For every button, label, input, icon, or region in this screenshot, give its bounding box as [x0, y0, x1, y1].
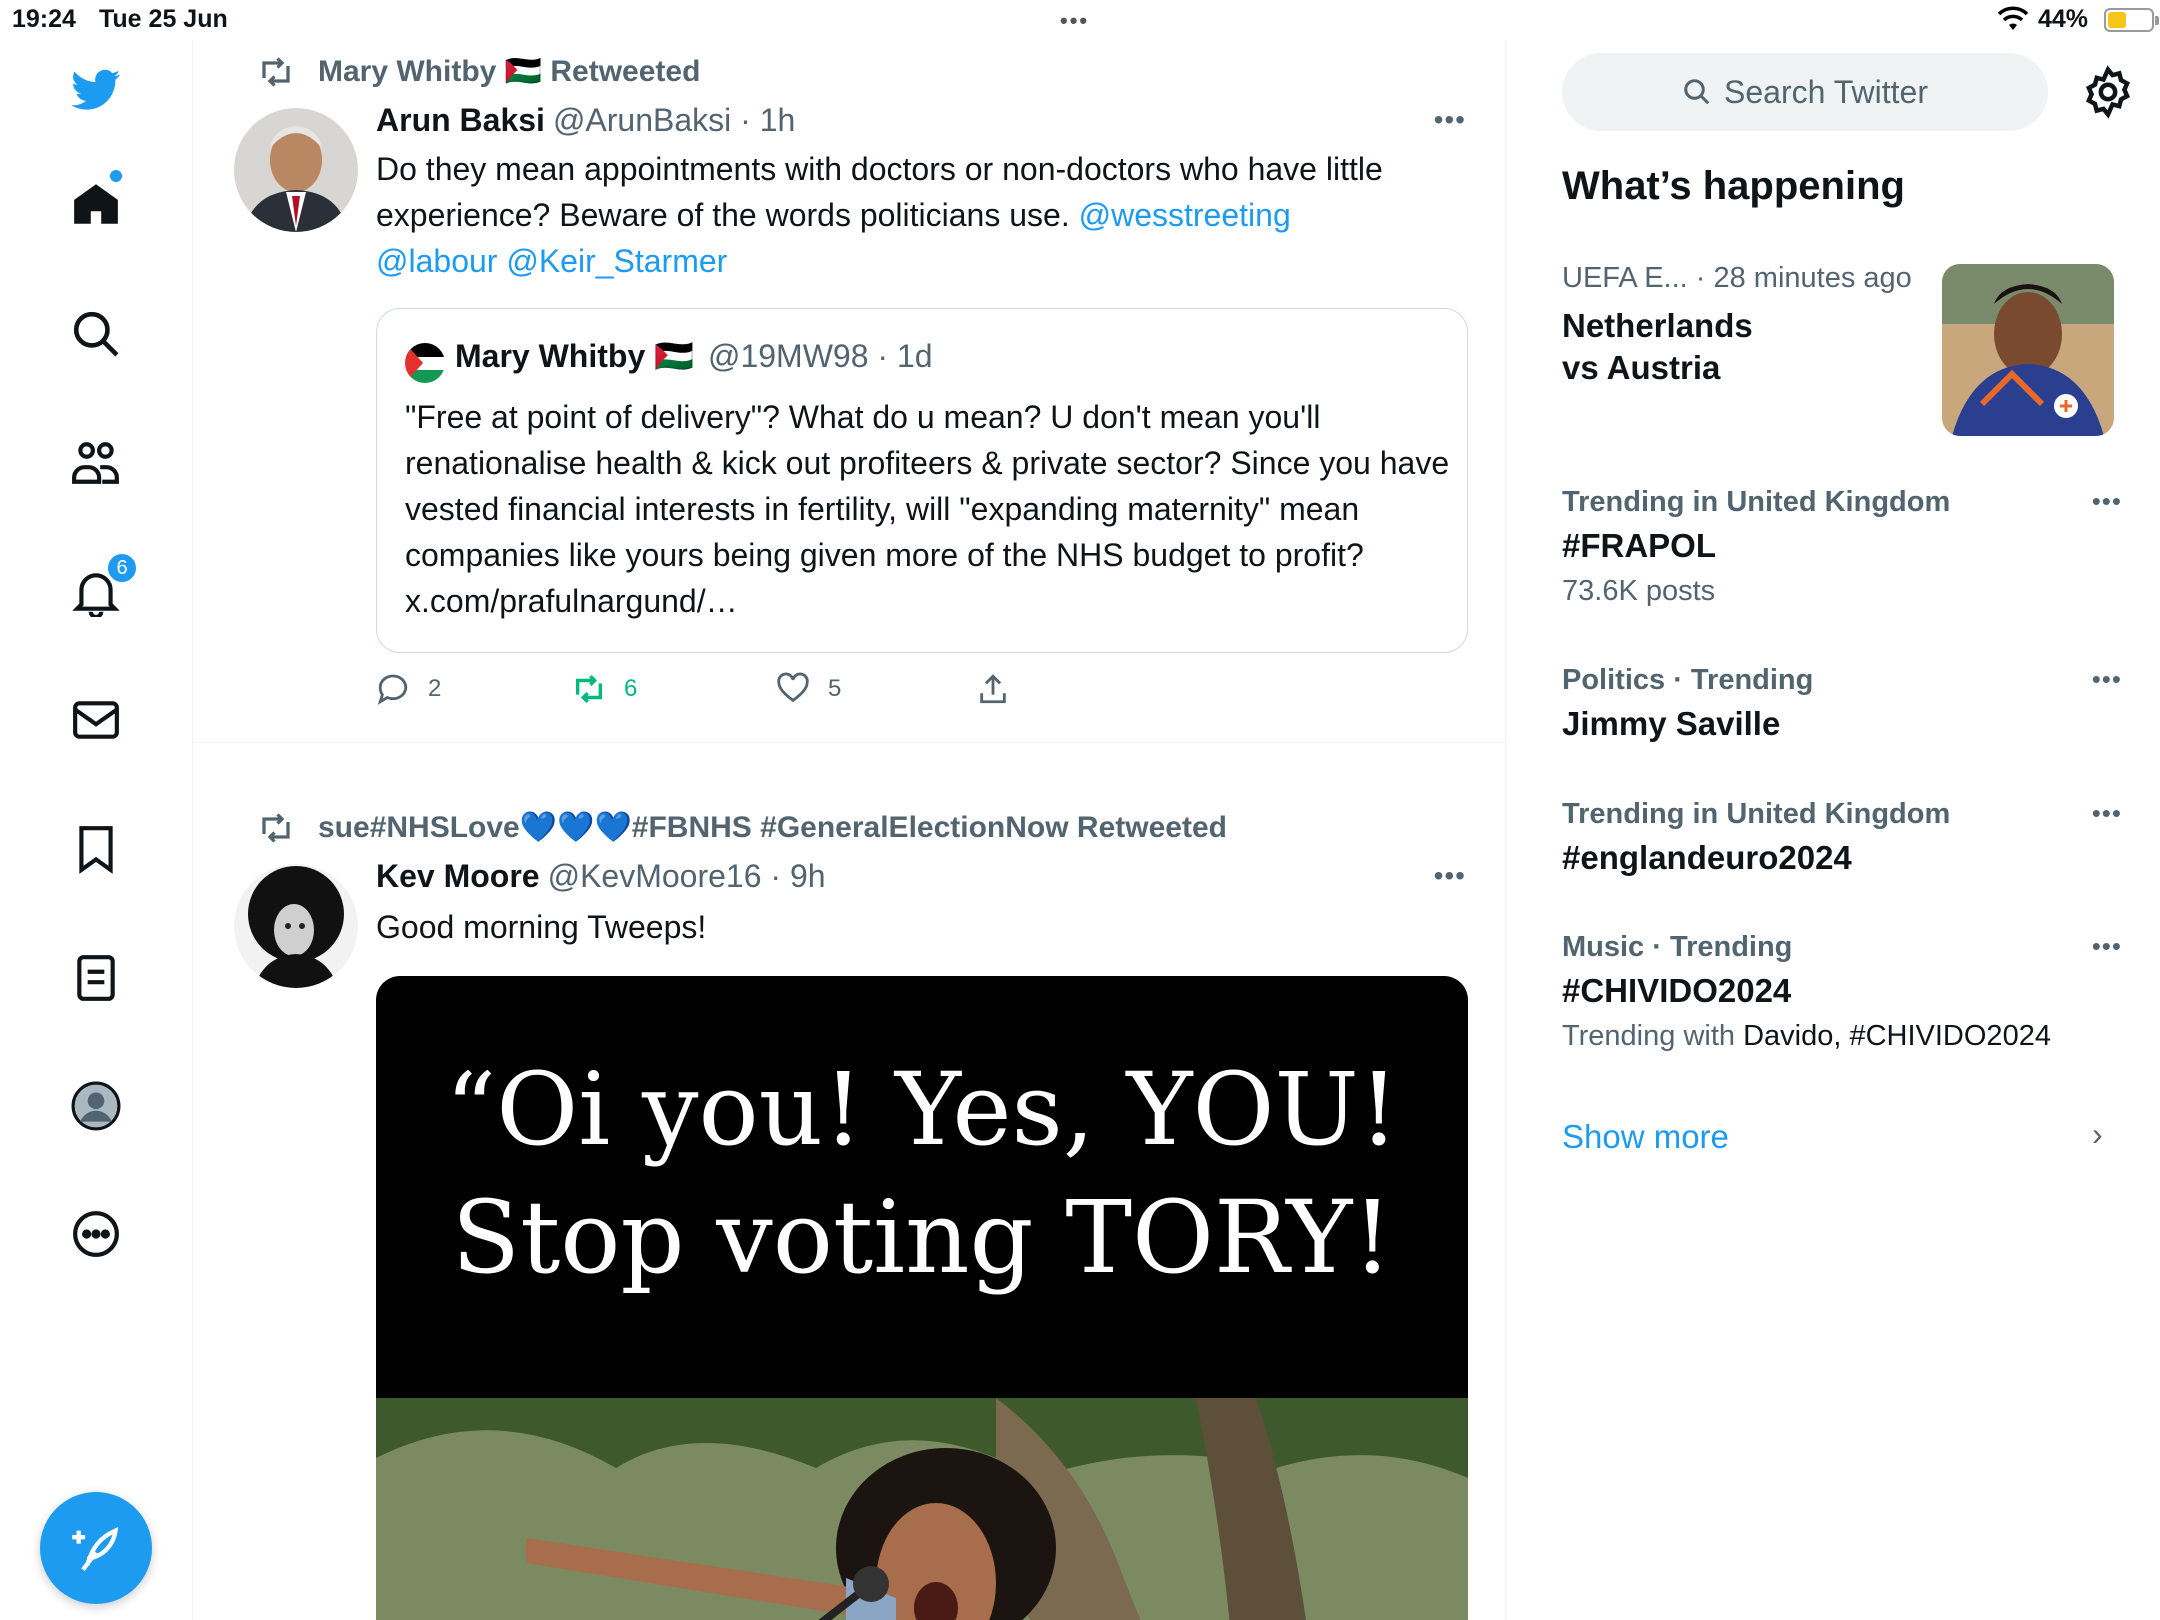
status-bar: 19:24 Tue 25 Jun ••• 44% [0, 0, 2160, 40]
tweet[interactable]: Mary Whitby 🇵🇸 Retweeted Arun Baksi @Arun… [194, 40, 1505, 743]
quoted-author-name: Mary Whitby 🇵🇸 [455, 338, 694, 374]
quoted-tweet[interactable]: Mary Whitby 🇵🇸 @19MW98 · 1d "Free at poin… [376, 308, 1468, 653]
retweeted-by-label: sue#NHSLove💙💙💙#FBNHS #GeneralElectionNow… [318, 811, 1227, 844]
heart-icon [777, 672, 809, 703]
bell-icon[interactable]: 6 [56, 552, 138, 632]
image-text-line: “Oi you! Yes, YOU! [445, 1051, 1399, 1168]
trend-category: Trending in United Kingdom [1562, 486, 1951, 518]
more-icon[interactable] [56, 1194, 136, 1274]
trend-more-icon[interactable]: ••• [2092, 798, 2122, 829]
retweet-context: Mary Whitby 🇵🇸 Retweeted [262, 54, 701, 89]
reply-icon [377, 674, 408, 705]
trend-thumbnail[interactable] [1942, 264, 2114, 436]
status-time: 19:24 [12, 5, 76, 33]
like-count: 5 [828, 675, 842, 702]
image-caption-text: “Oi you! Yes, YOU! Stop voting TORY! [376, 1046, 1468, 1302]
right-sidebar: Search Twitter What’s happening UEFA E..… [1508, 40, 2160, 1620]
trend-title: Jimmy Saville [1562, 705, 1781, 742]
compose-tweet-button[interactable] [40, 1492, 152, 1604]
protest-photo [376, 1398, 1468, 1620]
image-text-line: Stop voting TORY! [451, 1179, 1393, 1296]
trend-more-icon[interactable]: ••• [2092, 664, 2122, 695]
twitter-logo-icon[interactable] [56, 50, 136, 130]
retweet-button[interactable]: 6 [572, 672, 637, 706]
trend-title: #FRAPOL [1562, 527, 1717, 564]
quoted-header: Mary Whitby 🇵🇸 @19MW98 · 1d [455, 337, 933, 375]
settings-gear-icon[interactable] [2081, 65, 2135, 119]
trend-more-icon[interactable]: ••• [2092, 486, 2122, 517]
battery-icon [2104, 8, 2159, 32]
left-navigation: 6 [0, 40, 193, 1620]
battery-percentage: 44% [2038, 5, 2089, 33]
retweet-context: sue#NHSLove💙💙💙#FBNHS #GeneralElectionNow… [262, 810, 1227, 845]
tweet-media-image[interactable]: “Oi you! Yes, YOU! Stop voting TORY! [376, 976, 1468, 1620]
trend-context-prefix: Trending with [1562, 1020, 1744, 1052]
notification-badge: 6 [106, 552, 138, 584]
avatar[interactable] [234, 864, 358, 988]
bookmark-icon[interactable] [56, 809, 136, 889]
tweet-more-icon[interactable]: ••• [1434, 104, 1466, 136]
home-icon[interactable] [56, 164, 136, 244]
trend-title: #englandeuro2024 [1562, 839, 1852, 876]
chevron-right-icon[interactable]: › [2092, 1116, 2103, 1153]
retweet-icon [575, 675, 603, 703]
tweet-text: Good morning Tweeps! [376, 909, 707, 945]
wifi-icon [1997, 6, 2029, 39]
quoted-handle-time: @19MW98 · 1d [707, 338, 933, 374]
author-handle-time: @KevMoore16 · 9h [547, 858, 826, 894]
mention-link[interactable]: @labour [376, 243, 497, 279]
reply-count: 2 [428, 675, 442, 702]
tweet-text: Do they mean appointments with doctors o… [376, 146, 1476, 284]
retweet-icon [262, 57, 290, 87]
section-title: What’s happening [1562, 164, 1905, 208]
trend-item[interactable]: Trending in United Kingdom #FRAPOL 73.6K… [1562, 486, 2122, 608]
retweet-icon [262, 813, 290, 843]
multitasking-dots-icon[interactable]: ••• [1060, 8, 1089, 34]
tweet[interactable]: sue#NHSLove💙💙💙#FBNHS #GeneralElectionNow… [194, 744, 1505, 1620]
show-more-link[interactable]: Show more [1562, 1118, 1729, 1156]
mention-link[interactable]: @wesstreeting [1079, 197, 1291, 233]
avatar[interactable] [234, 108, 358, 232]
trend-more-icon[interactable]: ••• [2092, 931, 2122, 962]
quoted-text: "Free at point of delivery"? What do u m… [405, 399, 1450, 619]
status-date: Tue 25 Jun [99, 5, 228, 33]
author-name[interactable]: Kev Moore [376, 858, 540, 894]
tweet-actions: 2 6 5 [376, 672, 1276, 712]
trend-category: Politics · Trending [1562, 664, 1814, 696]
trend-item[interactable]: Politics · Trending Jimmy Saville ••• [1562, 664, 2122, 745]
trend-title: #CHIVIDO2024 [1562, 972, 1792, 1009]
trend-context: Trending with Davido, #CHIVIDO2024 [1562, 1020, 2122, 1053]
like-button[interactable]: 5 [776, 672, 841, 706]
communities-icon[interactable] [56, 423, 136, 503]
trend-item[interactable]: Trending in United Kingdom #englandeuro2… [1562, 798, 2122, 879]
tweet-header: Kev Moore @KevMoore16 · 9h [376, 858, 826, 895]
search-icon[interactable] [56, 294, 136, 374]
timeline: Mary Whitby 🇵🇸 Retweeted Arun Baksi @Arun… [194, 40, 1506, 1620]
share-icon [980, 674, 1006, 704]
reply-button[interactable]: 2 [376, 672, 441, 706]
unread-indicator [110, 170, 122, 182]
search-icon [1684, 79, 1710, 105]
trend-item[interactable]: Music · Trending #CHIVIDO2024 Trending w… [1562, 931, 2122, 1053]
tweet-header: Arun Baksi @ArunBaksi · 1h [376, 102, 795, 139]
trend-post-count: 73.6K posts [1562, 575, 1716, 607]
trend-category: Music · Trending [1562, 931, 1793, 963]
share-button[interactable] [976, 672, 1010, 706]
quoted-avatar [405, 343, 445, 383]
search-placeholder: Search Twitter [1724, 73, 1928, 110]
feather-plus-icon [72, 1527, 119, 1571]
profile-icon[interactable] [56, 1066, 136, 1146]
lists-icon[interactable] [56, 938, 136, 1018]
author-name[interactable]: Arun Baksi [376, 102, 545, 138]
mention-link[interactable]: @Keir_Starmer [506, 243, 727, 279]
retweet-count: 6 [624, 675, 638, 702]
tweet-more-icon[interactable]: ••• [1434, 860, 1466, 892]
author-handle-time: @ArunBaksi · 1h [552, 102, 796, 138]
search-input[interactable]: Search Twitter [1562, 53, 2048, 131]
trend-context-names: Davido, #CHIVIDO2024 [1743, 1020, 2051, 1052]
retweeted-by-label: Mary Whitby 🇵🇸 Retweeted [318, 55, 701, 88]
trend-category: Trending in United Kingdom [1562, 798, 1951, 830]
mail-icon[interactable] [56, 680, 136, 760]
